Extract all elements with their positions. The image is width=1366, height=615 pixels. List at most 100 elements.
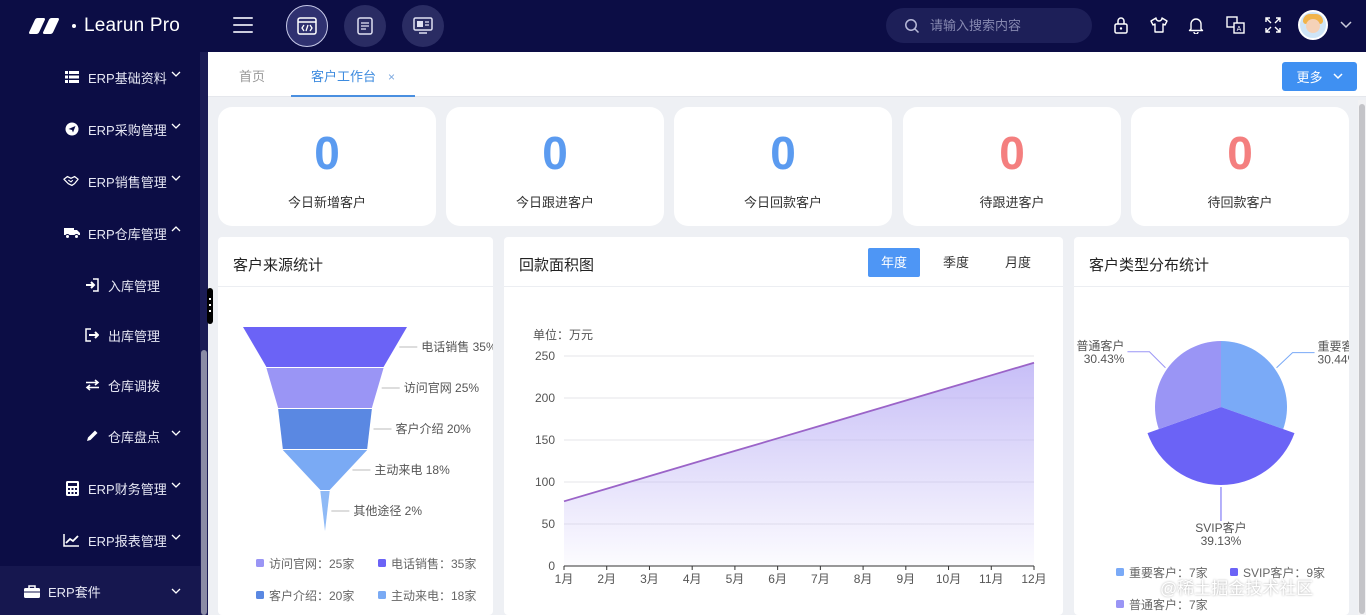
paper-plane-icon — [64, 121, 80, 137]
sidebar-item-erp-warehouse[interactable]: ERP仓库管理 — [0, 208, 200, 258]
chevron-down-icon — [171, 430, 181, 436]
stat-value: 0 — [999, 127, 1025, 179]
sidebar-item-erp-suite[interactable]: ERP套件 — [0, 566, 200, 615]
chevron-down-icon[interactable] — [1336, 15, 1356, 35]
document-icon — [357, 17, 373, 35]
stat-card-payment-today[interactable]: 0 今日回款客户 — [674, 107, 892, 226]
pie-label-percent: 30.44% — [1318, 353, 1349, 367]
y-tick-label: 150 — [535, 433, 555, 447]
panel-customer-type: 客户类型分布统计 重要客户30.44% SVIP客户39.13% 普通客户30.43… — [1074, 237, 1349, 615]
stat-card-pending-follow[interactable]: 0 待跟进客户 — [903, 107, 1121, 226]
briefcase-icon — [24, 583, 40, 599]
funnel-stage-label: 其他途径 2% — [353, 503, 422, 518]
legend-label: 电话销售：35家 — [391, 556, 476, 571]
sidebar-item-erp-sales[interactable]: ERP销售管理 — [0, 156, 200, 206]
module-document-button[interactable] — [344, 5, 386, 47]
legend-label: 客户介绍：20家 — [269, 588, 354, 603]
sidebar-item-erp-finance[interactable]: ERP财务管理 — [0, 463, 200, 513]
monitor-icon — [413, 17, 433, 34]
stat-card-pending-payment[interactable]: 0 待回款客户 — [1131, 107, 1349, 226]
close-icon[interactable]: × — [388, 70, 395, 84]
legend-label: 访问官网：25家 — [269, 556, 354, 571]
stat-card-new-today[interactable]: 0 今日新增客户 — [218, 107, 436, 226]
sidebar-subitem-inbound[interactable]: 入库管理 — [0, 260, 200, 310]
code-window-icon — [297, 17, 317, 35]
stat-label: 待回款客户 — [1207, 195, 1273, 210]
chevron-down-icon — [171, 175, 181, 181]
app-name: Learun Pro — [84, 15, 181, 36]
sidebar-item-erp-basic[interactable]: ERP基础资料 — [0, 52, 200, 102]
x-tick-label: 2月 — [597, 572, 616, 586]
sidebar-item-label: ERP基础资料 — [88, 70, 167, 86]
sidebar-item-label: ERP报表管理 — [88, 533, 167, 549]
search-input[interactable] — [930, 18, 1080, 33]
stat-card-followed-today[interactable]: 0 今日跟进客户 — [446, 107, 664, 226]
funnel-stage — [278, 409, 372, 449]
truck-icon — [64, 225, 80, 241]
more-button[interactable]: 更多 — [1282, 62, 1357, 91]
stat-label: 今日回款客户 — [743, 195, 822, 210]
svg-text:A: A — [1237, 26, 1242, 33]
pie-label-name: 重要客户 — [1318, 339, 1349, 354]
translate-icon[interactable]: A — [1226, 15, 1246, 35]
sidebar-item-label: 入库管理 — [108, 278, 161, 294]
user-avatar[interactable] — [1298, 10, 1328, 40]
stat-label: 待跟进客户 — [979, 195, 1045, 210]
sidebar-item-label: ERP销售管理 — [88, 174, 167, 190]
brand[interactable]: Learun Pro — [28, 12, 180, 40]
more-button-label: 更多 — [1296, 70, 1323, 85]
sidebar-subitem-transfer[interactable]: 仓库调拨 — [0, 360, 200, 410]
chevron-down-icon — [171, 71, 181, 77]
chevron-down-icon — [171, 534, 181, 540]
calculator-icon — [64, 480, 80, 496]
stat-value: 0 — [542, 127, 568, 179]
top-header: Learun Pro A — [0, 0, 1366, 52]
sidebar-scrollbar-thumb[interactable] — [201, 350, 207, 615]
chevron-down-icon — [1332, 73, 1343, 80]
pie-label-line — [1276, 352, 1315, 369]
pie-label-line — [1127, 351, 1166, 369]
funnel-stage-label: 电话销售 35% — [421, 339, 493, 354]
pie-label-percent: 39.13% — [1201, 534, 1242, 548]
pencil-icon — [84, 428, 100, 444]
period-year-button[interactable]: 年度 — [868, 248, 920, 277]
search-box[interactable] — [886, 8, 1092, 43]
module-monitor-button[interactable] — [402, 5, 444, 47]
period-month-button[interactable]: 月度 — [992, 248, 1044, 277]
learun-logo-icon — [28, 18, 64, 34]
tab-label: 首页 — [239, 69, 266, 84]
sidebar-item-erp-reports[interactable]: ERP报表管理 — [0, 515, 200, 565]
watermark: @稀土掘金技术社区 — [1160, 579, 1314, 598]
legend-swatch — [1116, 600, 1124, 608]
y-tick-label: 0 — [548, 559, 555, 573]
period-quarter-button[interactable]: 季度 — [930, 248, 982, 277]
bell-icon[interactable] — [1186, 15, 1206, 35]
lock-icon[interactable] — [1111, 15, 1131, 35]
x-tick-label: 6月 — [768, 572, 787, 586]
sidebar-subitem-inventory-check[interactable]: 仓库盘点 — [0, 411, 200, 461]
line-chart-icon — [63, 532, 79, 548]
tab-customer-workbench[interactable]: 客户工作台 × — [291, 52, 416, 97]
y-tick-label: 200 — [535, 391, 555, 405]
legend-swatch — [1116, 568, 1124, 576]
sidebar-subitem-outbound[interactable]: 出库管理 — [0, 310, 200, 360]
sidebar-item-erp-purchase[interactable]: ERP采购管理 — [0, 104, 200, 154]
panel-title: 客户来源统计 — [233, 257, 324, 274]
sidebar-item-label: 仓库调拨 — [108, 378, 161, 394]
sidebar-item-label: 仓库盘点 — [108, 429, 161, 445]
sidebar-item-label: ERP套件 — [48, 584, 101, 600]
funnel-stage-label: 访问官网 25% — [404, 380, 480, 395]
fullscreen-icon[interactable] — [1263, 15, 1283, 35]
page-scrollbar[interactable] — [1358, 100, 1366, 615]
panel-header: 客户来源统计 — [218, 237, 493, 287]
sidebar-item-label: ERP财务管理 — [88, 481, 167, 497]
tab-home[interactable]: 首页 — [239, 52, 265, 97]
y-axis-unit: 单位：万元 — [533, 327, 593, 342]
x-tick-label: 10月 — [936, 572, 961, 586]
menu-toggle-icon[interactable] — [233, 17, 253, 33]
module-code-button[interactable] — [286, 5, 328, 47]
x-tick-label: 3月 — [640, 572, 659, 586]
sidebar-resize-handle[interactable] — [207, 288, 213, 324]
shirt-icon[interactable] — [1149, 15, 1169, 35]
handshake-icon — [63, 173, 79, 189]
